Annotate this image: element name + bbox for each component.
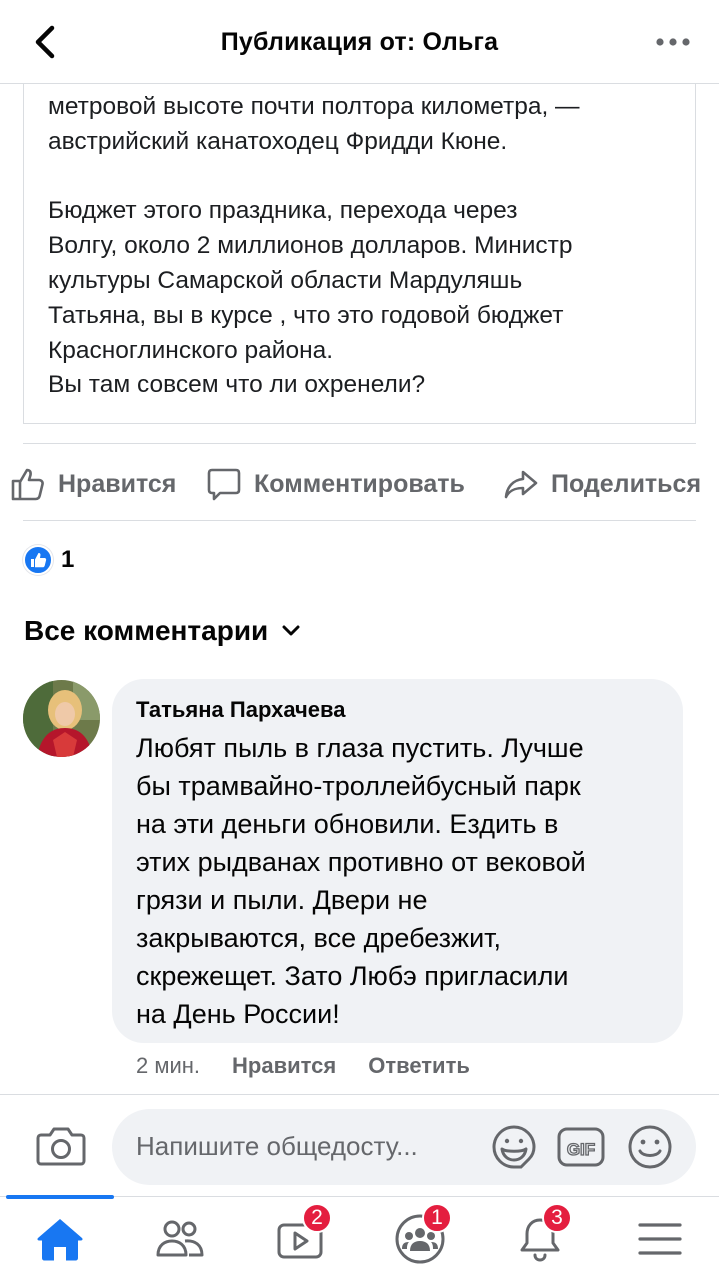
post-line: Волгу, около 2 миллионов долларов. Минис… (48, 232, 573, 260)
share-button[interactable]: Поделиться (503, 464, 701, 504)
comment-line: скрежещет. Зато Любэ пригласили (136, 961, 569, 991)
post-line: культуры Самарской области Мардуляшь (48, 266, 523, 294)
thumbs-up-icon (11, 468, 44, 501)
post-line: Красноглинского района. (48, 336, 334, 364)
comment-text: Любят пыль в глаза пустить. Лучше бы тра… (136, 729, 671, 1033)
nav-watch[interactable]: 2 (270, 1203, 332, 1269)
like-reaction-icon (23, 545, 53, 575)
nav-home[interactable] (30, 1209, 90, 1269)
comment-bubble[interactable]: Татьяна Пархачева Любят пыль в глаза пус… (112, 679, 683, 1043)
post-line: Татьяна, вы в курсе , что это годовой бю… (48, 301, 564, 329)
reactions-summary[interactable]: 1 (23, 544, 74, 576)
comment-line: грязи и пыли. Двери не (136, 885, 428, 915)
comment-line: на День России! (136, 999, 340, 1029)
hamburger-menu-icon (638, 1223, 682, 1255)
comment-line: закрываются, все дребезжит, (136, 923, 502, 953)
comment-label: Комментировать (254, 469, 465, 498)
divider (23, 443, 696, 444)
emoji-icon[interactable] (626, 1123, 674, 1176)
comment-timestamp: 2 мин. (136, 1053, 201, 1078)
comment-input[interactable]: Напишите общедосту... GIF (112, 1109, 696, 1185)
post-line: Вы там совсем что ли охренели? (48, 371, 426, 399)
share-label: Поделиться (551, 469, 702, 498)
post-action-bar: Нравится Комментировать Поделиться (0, 446, 719, 522)
bottom-navigation: 2 1 3 (0, 1195, 719, 1280)
nav-notifications[interactable]: 3 (510, 1203, 572, 1269)
active-tab-indicator (6, 1195, 114, 1199)
nav-menu[interactable] (630, 1209, 690, 1269)
comment-line: бы трамвайно-троллейбусный парк (136, 771, 581, 801)
sticker-icon[interactable] (490, 1123, 538, 1176)
friends-icon (156, 1220, 204, 1257)
post-text-box: метровой высоте почти полтора километра,… (23, 60, 696, 424)
more-options-icon[interactable] (655, 30, 691, 54)
post-body: метровой высоте почти полтора километра,… (48, 90, 678, 403)
nav-groups[interactable]: 1 (390, 1203, 452, 1269)
top-bar: Публикация от: Ольга (0, 0, 719, 84)
watch-notification-badge: 2 (302, 1203, 332, 1233)
comment-line: на эти деньги обновили. Ездить в (136, 809, 559, 839)
comment-line: этих рыдванах противно от вековой (136, 847, 586, 877)
speech-bubble-icon (207, 468, 241, 501)
post-line: Бюджет этого праздника, перехода через (48, 197, 518, 225)
camera-icon[interactable] (36, 1123, 86, 1174)
comment-meta: 2 мин. Нравится Ответить (136, 1053, 502, 1079)
notifications-badge: 3 (542, 1203, 572, 1233)
chevron-down-icon (282, 625, 300, 636)
avatar[interactable] (23, 680, 100, 757)
comment-composer: Напишите общедосту... GIF (0, 1094, 719, 1196)
nav-friends[interactable] (150, 1209, 210, 1269)
comments-filter-label: Все комментарии (24, 615, 269, 646)
svg-text:GIF: GIF (567, 1140, 595, 1159)
comment-author[interactable]: Татьяна Пархачева (136, 697, 346, 723)
divider (23, 520, 696, 521)
comment-line: Любят пыль в глаза пустить. Лучше (136, 733, 584, 763)
reaction-count: 1 (61, 546, 75, 573)
home-icon (37, 1219, 83, 1261)
gif-icon[interactable]: GIF (556, 1123, 606, 1176)
page-title: Публикация от: Ольга (220, 28, 499, 56)
post-line: метровой высоте почти полтора километра,… (48, 93, 580, 120)
like-button[interactable]: Нравится (10, 464, 176, 504)
comment-reply-button[interactable]: Ответить (368, 1053, 470, 1079)
groups-notification-badge: 1 (422, 1203, 452, 1233)
share-arrow-icon (504, 470, 538, 499)
comment-button[interactable]: Комментировать (206, 464, 465, 504)
post-line: австрийский канатоходец Фридди Кюне. (48, 127, 508, 155)
comment-input-placeholder: Напишите общедосту... (136, 1131, 418, 1161)
like-label: Нравится (58, 469, 177, 498)
comment-like-button[interactable]: Нравится (232, 1053, 336, 1079)
comments-filter-dropdown[interactable]: Все комментарии (24, 615, 300, 647)
